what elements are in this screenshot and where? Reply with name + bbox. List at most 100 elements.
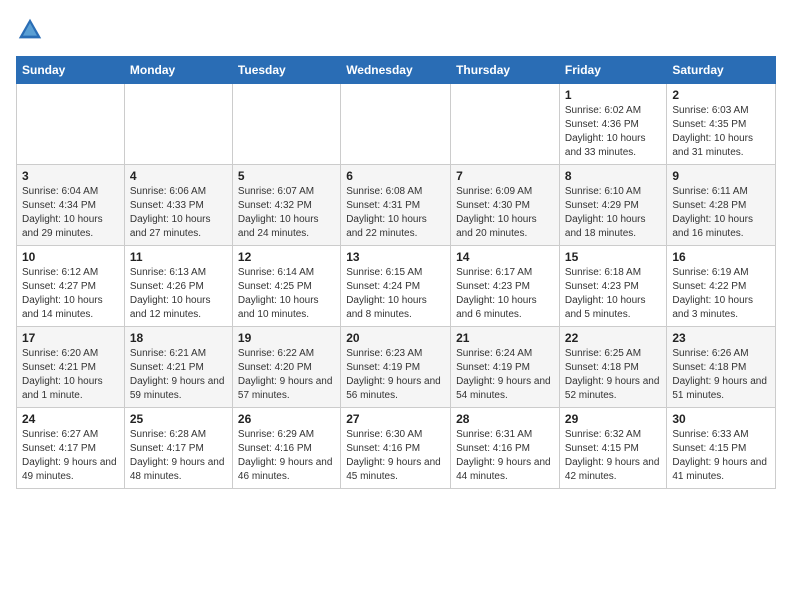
day-number: 5 [238, 169, 335, 183]
header-day-monday: Monday [124, 57, 232, 84]
day-number: 28 [456, 412, 554, 426]
day-info: Sunrise: 6:18 AMSunset: 4:23 PMDaylight:… [565, 266, 661, 322]
calendar-cell: 24 Sunrise: 6:27 AMSunset: 4:17 PMDayligh… [17, 408, 125, 489]
calendar-cell [17, 84, 125, 165]
day-info: Sunrise: 6:23 AMSunset: 4:19 PMDaylight:… [346, 347, 445, 403]
day-number: 21 [456, 331, 554, 345]
day-info: Sunrise: 6:26 AMSunset: 4:18 PMDaylight:… [672, 347, 770, 403]
calendar-cell: 6Sunrise: 6:08 AMSunset: 4:31 PMDaylight… [341, 165, 451, 246]
calendar-cell [451, 84, 560, 165]
calendar-cell: 3 Sunrise: 6:04 AMSunset: 4:34 PMDaylight… [17, 165, 125, 246]
calendar-cell: 15 Sunrise: 6:18 AMSunset: 4:23 PMDayligh… [559, 246, 666, 327]
calendar-cell: 18 Sunrise: 6:21 AMSunset: 4:21 PMDayligh… [124, 327, 232, 408]
day-number: 12 [238, 250, 335, 264]
day-info: Sunrise: 6:06 AMSunset: 4:33 PMDaylight:… [130, 185, 227, 241]
day-info: Sunrise: 6:17 AMSunset: 4:23 PMDaylight:… [456, 266, 554, 322]
day-info: Sunrise: 6:27 AMSunset: 4:17 PMDaylight:… [22, 428, 119, 484]
day-number: 4 [130, 169, 227, 183]
calendar-cell: 1 Sunrise: 6:02 AMSunset: 4:36 PMDaylight… [559, 84, 666, 165]
calendar-cell: 21 Sunrise: 6:24 AMSunset: 4:19 PMDayligh… [451, 327, 560, 408]
day-number: 3 [22, 169, 119, 183]
calendar-cell: 20 Sunrise: 6:23 AMSunset: 4:19 PMDayligh… [341, 327, 451, 408]
day-info: Sunrise: 6:03 AMSunset: 4:35 PMDaylight:… [672, 104, 770, 160]
calendar-cell: 11 Sunrise: 6:13 AMSunset: 4:26 PMDayligh… [124, 246, 232, 327]
calendar-cell: 7 Sunrise: 6:09 AMSunset: 4:30 PMDaylight… [451, 165, 560, 246]
day-info: Sunrise: 6:09 AMSunset: 4:30 PMDaylight:… [456, 185, 554, 241]
day-info: Sunrise: 6:32 AMSunset: 4:15 PMDaylight:… [565, 428, 661, 484]
day-info: Sunrise: 6:12 AMSunset: 4:27 PMDaylight:… [22, 266, 119, 322]
day-number: 16 [672, 250, 770, 264]
day-info: Sunrise: 6:11 AMSunset: 4:28 PMDaylight:… [672, 185, 770, 241]
header-day-thursday: Thursday [451, 57, 560, 84]
calendar-week-3: 10 Sunrise: 6:12 AMSunset: 4:27 PMDayligh… [17, 246, 776, 327]
calendar-cell: 23 Sunrise: 6:26 AMSunset: 4:18 PMDayligh… [667, 327, 776, 408]
day-info: Sunrise: 6:04 AMSunset: 4:34 PMDaylight:… [22, 185, 119, 241]
calendar-cell: 17 Sunrise: 6:20 AMSunset: 4:21 PMDayligh… [17, 327, 125, 408]
day-number: 24 [22, 412, 119, 426]
day-info: Sunrise: 6:15 AMSunset: 4:24 PMDaylight:… [346, 266, 445, 322]
day-info: Sunrise: 6:20 AMSunset: 4:21 PMDaylight:… [22, 347, 119, 403]
day-number: 10 [22, 250, 119, 264]
calendar-week-5: 24 Sunrise: 6:27 AMSunset: 4:17 PMDayligh… [17, 408, 776, 489]
day-info: Sunrise: 6:14 AMSunset: 4:25 PMDaylight:… [238, 266, 335, 322]
day-number: 20 [346, 331, 445, 345]
calendar-cell: 9 Sunrise: 6:11 AMSunset: 4:28 PMDaylight… [667, 165, 776, 246]
day-info: Sunrise: 6:22 AMSunset: 4:20 PMDaylight:… [238, 347, 335, 403]
logo [16, 16, 48, 44]
day-info: Sunrise: 6:02 AMSunset: 4:36 PMDaylight:… [565, 104, 661, 160]
day-number: 2 [672, 88, 770, 102]
day-info: Sunrise: 6:19 AMSunset: 4:22 PMDaylight:… [672, 266, 770, 322]
day-number: 18 [130, 331, 227, 345]
day-info: Sunrise: 6:31 AMSunset: 4:16 PMDaylight:… [456, 428, 554, 484]
day-info: Sunrise: 6:24 AMSunset: 4:19 PMDaylight:… [456, 347, 554, 403]
day-number: 17 [22, 331, 119, 345]
calendar-cell: 19Sunrise: 6:22 AMSunset: 4:20 PMDayligh… [232, 327, 340, 408]
calendar-cell: 4 Sunrise: 6:06 AMSunset: 4:33 PMDaylight… [124, 165, 232, 246]
header-row: SundayMondayTuesdayWednesdayThursdayFrid… [17, 57, 776, 84]
day-number: 11 [130, 250, 227, 264]
day-info: Sunrise: 6:29 AMSunset: 4:16 PMDaylight:… [238, 428, 335, 484]
header-day-wednesday: Wednesday [341, 57, 451, 84]
calendar-cell: 25 Sunrise: 6:28 AMSunset: 4:17 PMDayligh… [124, 408, 232, 489]
calendar-table: SundayMondayTuesdayWednesdayThursdayFrid… [16, 56, 776, 489]
day-info: Sunrise: 6:13 AMSunset: 4:26 PMDaylight:… [130, 266, 227, 322]
calendar-cell [341, 84, 451, 165]
calendar-cell: 26Sunrise: 6:29 AMSunset: 4:16 PMDayligh… [232, 408, 340, 489]
day-info: Sunrise: 6:28 AMSunset: 4:17 PMDaylight:… [130, 428, 227, 484]
header-day-friday: Friday [559, 57, 666, 84]
calendar-cell: 28 Sunrise: 6:31 AMSunset: 4:16 PMDayligh… [451, 408, 560, 489]
day-number: 9 [672, 169, 770, 183]
calendar-cell: 14 Sunrise: 6:17 AMSunset: 4:23 PMDayligh… [451, 246, 560, 327]
calendar-cell: 13 Sunrise: 6:15 AMSunset: 4:24 PMDayligh… [341, 246, 451, 327]
day-number: 1 [565, 88, 661, 102]
day-number: 30 [672, 412, 770, 426]
day-number: 7 [456, 169, 554, 183]
calendar-cell [232, 84, 340, 165]
calendar-cell: 27Sunrise: 6:30 AMSunset: 4:16 PMDayligh… [341, 408, 451, 489]
day-info: Sunrise: 6:08 AMSunset: 4:31 PMDaylight:… [346, 185, 445, 241]
calendar-cell: 29 Sunrise: 6:32 AMSunset: 4:15 PMDayligh… [559, 408, 666, 489]
calendar-body: 1 Sunrise: 6:02 AMSunset: 4:36 PMDaylight… [17, 84, 776, 489]
calendar-cell [124, 84, 232, 165]
calendar-header: SundayMondayTuesdayWednesdayThursdayFrid… [17, 57, 776, 84]
day-number: 15 [565, 250, 661, 264]
day-number: 23 [672, 331, 770, 345]
day-number: 14 [456, 250, 554, 264]
page-header [16, 16, 776, 44]
calendar-cell: 30 Sunrise: 6:33 AMSunset: 4:15 PMDayligh… [667, 408, 776, 489]
calendar-cell: 12 Sunrise: 6:14 AMSunset: 4:25 PMDayligh… [232, 246, 340, 327]
header-day-sunday: Sunday [17, 57, 125, 84]
day-info: Sunrise: 6:25 AMSunset: 4:18 PMDaylight:… [565, 347, 661, 403]
calendar-week-2: 3 Sunrise: 6:04 AMSunset: 4:34 PMDaylight… [17, 165, 776, 246]
day-number: 29 [565, 412, 661, 426]
calendar-cell: 5 Sunrise: 6:07 AMSunset: 4:32 PMDaylight… [232, 165, 340, 246]
day-number: 13 [346, 250, 445, 264]
day-info: Sunrise: 6:07 AMSunset: 4:32 PMDaylight:… [238, 185, 335, 241]
day-number: 25 [130, 412, 227, 426]
header-day-saturday: Saturday [667, 57, 776, 84]
day-info: Sunrise: 6:30 AMSunset: 4:16 PMDaylight:… [346, 428, 445, 484]
day-info: Sunrise: 6:33 AMSunset: 4:15 PMDaylight:… [672, 428, 770, 484]
day-info: Sunrise: 6:21 AMSunset: 4:21 PMDaylight:… [130, 347, 227, 403]
calendar-cell: 2 Sunrise: 6:03 AMSunset: 4:35 PMDaylight… [667, 84, 776, 165]
calendar-cell: 22Sunrise: 6:25 AMSunset: 4:18 PMDayligh… [559, 327, 666, 408]
